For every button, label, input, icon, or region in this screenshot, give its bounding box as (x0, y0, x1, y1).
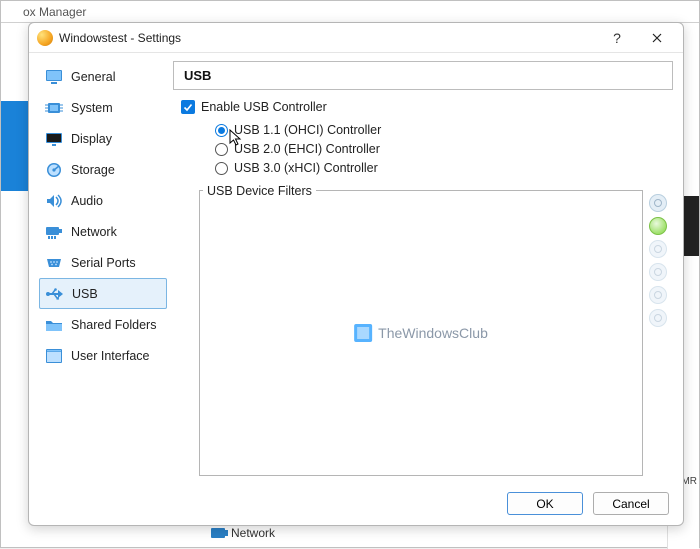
network-card-icon (45, 224, 63, 240)
titlebar[interactable]: Windowstest - Settings ? (29, 23, 683, 53)
dialog-button-bar: OK Cancel (29, 484, 683, 525)
sidebar-item-label: USB (72, 287, 98, 301)
snapshot-text: Network (231, 526, 275, 540)
settings-main-panel: USB Enable USB Controller USB 1.1 (OHCI)… (173, 61, 673, 480)
sidebar-item-system[interactable]: System (39, 92, 167, 123)
filter-move-down-button[interactable] (649, 309, 667, 327)
network-icon (211, 528, 225, 538)
background-title: ox Manager (1, 1, 699, 23)
filter-move-up-button[interactable] (649, 286, 667, 304)
disk-icon (45, 162, 63, 178)
usb-controller-group: USB 1.1 (OHCI) Controller USB 2.0 (EHCI)… (181, 118, 669, 180)
filter-edit-button[interactable] (649, 240, 667, 258)
close-button[interactable] (637, 24, 677, 52)
usb-filters-list[interactable]: TheWindowsClub (199, 190, 643, 476)
sidebar-item-storage[interactable]: Storage (39, 154, 167, 185)
filter-add-empty-button[interactable] (649, 194, 667, 212)
filter-remove-button[interactable] (649, 263, 667, 281)
sidebar-item-shared-folders[interactable]: Shared Folders (39, 309, 167, 340)
radio-icon (215, 124, 228, 137)
filters-group-label: USB Device Filters (203, 184, 316, 198)
chip-icon (45, 100, 63, 116)
radio-icon (215, 143, 228, 156)
app-icon (37, 30, 53, 46)
help-button[interactable]: ? (597, 24, 637, 52)
enable-usb-label: Enable USB Controller (201, 100, 327, 114)
settings-sidebar: General System Display Storage Audio Net… (39, 61, 167, 480)
sidebar-item-label: Serial Ports (71, 256, 136, 270)
watermark: TheWindowsClub (354, 324, 488, 342)
audio-icon (45, 193, 63, 209)
display-icon (45, 131, 63, 147)
sidebar-item-label: Storage (71, 163, 115, 177)
sidebar-item-general[interactable]: General (39, 61, 167, 92)
radio-usb11[interactable]: USB 1.1 (OHCI) Controller (215, 123, 669, 137)
page-header: USB (173, 61, 673, 90)
radio-label: USB 2.0 (EHCI) Controller (234, 142, 380, 156)
sidebar-item-usb[interactable]: USB (39, 278, 167, 309)
usb-icon (46, 286, 64, 302)
background-snapshot-label: Network (211, 526, 275, 540)
sidebar-item-label: System (71, 101, 113, 115)
sidebar-item-label: User Interface (71, 349, 150, 363)
radio-label: USB 1.1 (OHCI) Controller (234, 123, 381, 137)
radio-label: USB 3.0 (xHCI) Controller (234, 161, 378, 175)
sidebar-item-audio[interactable]: Audio (39, 185, 167, 216)
sidebar-item-network[interactable]: Network (39, 216, 167, 247)
radio-usb30[interactable]: USB 3.0 (xHCI) Controller (215, 161, 669, 175)
folder-icon (45, 317, 63, 333)
sidebar-item-label: Shared Folders (71, 318, 156, 332)
watermark-icon (354, 324, 372, 342)
serial-icon (45, 255, 63, 271)
ui-icon (45, 348, 63, 364)
radio-icon (215, 162, 228, 175)
sidebar-item-label: Audio (71, 194, 103, 208)
radio-usb20[interactable]: USB 2.0 (EHCI) Controller (215, 142, 669, 156)
sidebar-item-label: Network (71, 225, 117, 239)
sidebar-item-serial[interactable]: Serial Ports (39, 247, 167, 278)
ok-button[interactable]: OK (507, 492, 583, 515)
watermark-text: TheWindowsClub (378, 325, 488, 341)
filter-toolbar (647, 190, 669, 476)
settings-dialog: Windowstest - Settings ? General System … (28, 22, 684, 526)
background-selection-bar (1, 101, 31, 191)
sidebar-item-ui[interactable]: User Interface (39, 340, 167, 371)
close-icon (652, 33, 662, 43)
sidebar-item-display[interactable]: Display (39, 123, 167, 154)
filter-add-device-button[interactable] (649, 217, 667, 235)
monitor-icon (45, 69, 63, 85)
check-icon (183, 102, 193, 112)
sidebar-item-label: General (71, 70, 115, 84)
cancel-button[interactable]: Cancel (593, 492, 669, 515)
sidebar-item-label: Display (71, 132, 112, 146)
dialog-title: Windowstest - Settings (59, 31, 597, 45)
enable-usb-checkbox[interactable] (181, 100, 195, 114)
enable-usb-row[interactable]: Enable USB Controller (181, 100, 669, 114)
